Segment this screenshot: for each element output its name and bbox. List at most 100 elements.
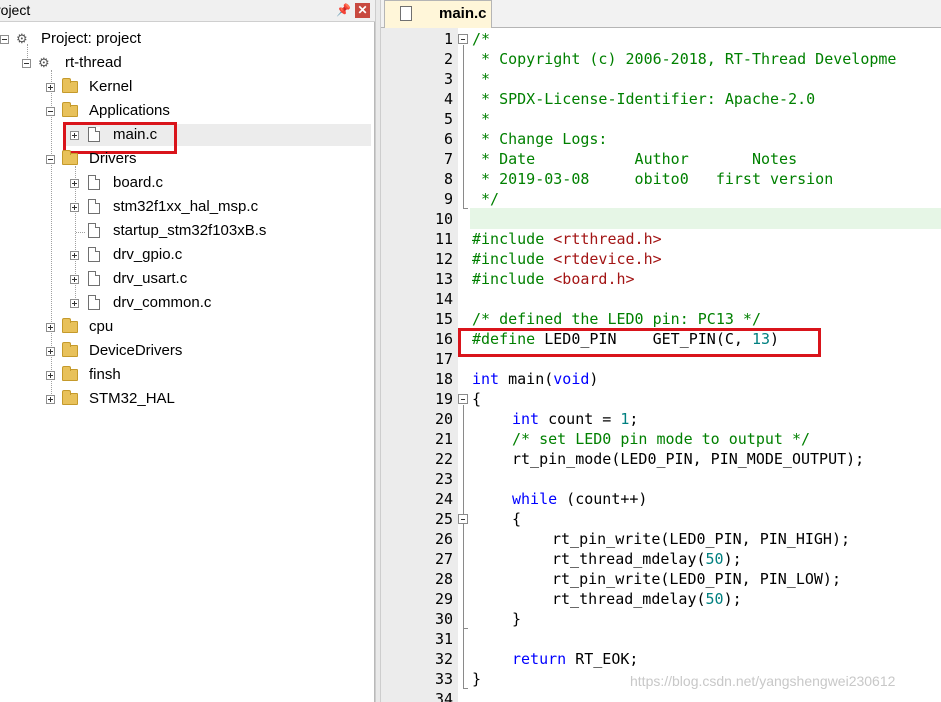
tree-item-label: Drivers (89, 150, 137, 167)
code-line-1: /* (472, 30, 491, 48)
line-number: 33 (434, 670, 453, 688)
code-token: rt_thread_mdelay( (552, 550, 706, 568)
code-line-25: { (512, 510, 522, 528)
code-line-5: * (472, 110, 491, 128)
code-line-28: rt_pin_write(LED0_PIN, PIN_LOW); (552, 570, 841, 588)
code-line-7: * Date Author Notes (472, 150, 798, 168)
tree-item-drv-gpio[interactable]: drv_gpio.c (0, 244, 375, 266)
pin-icon[interactable]: 📌 (336, 3, 351, 17)
folder-icon (62, 366, 78, 381)
collapse-icon[interactable] (22, 59, 31, 68)
line-number: 19 (434, 390, 453, 408)
code-line-20: int count = 1; (512, 409, 638, 429)
line-number: 9 (443, 190, 453, 208)
expand-icon[interactable] (46, 395, 55, 404)
line-number: 8 (443, 170, 453, 188)
fold-toggle-icon[interactable] (458, 34, 468, 44)
code-line-12: #include <rtdevice.h> (472, 249, 662, 269)
line-number: 1 (443, 30, 453, 48)
close-pane-button[interactable]: ✕ (355, 3, 370, 18)
line-number: 16 (434, 330, 453, 348)
tree-item-project[interactable]: ⚙ Project: project (0, 28, 375, 50)
folder-icon (62, 318, 78, 333)
tree-item-label: drv_common.c (113, 294, 212, 311)
collapse-icon[interactable] (0, 35, 9, 44)
line-number: 5 (443, 110, 453, 128)
code-line-24: while (count++) (512, 489, 647, 509)
expand-icon[interactable] (46, 347, 55, 356)
tree-item-label: finsh (89, 366, 121, 383)
tree-item-drv-usart[interactable]: drv_usart.c (0, 268, 375, 290)
code-line-21: /* set LED0 pin mode to output */ (512, 430, 811, 448)
tree-item-stm32-hal[interactable]: STM32_HAL (0, 388, 375, 410)
tree-item-applications[interactable]: Applications (0, 100, 375, 122)
line-number: 31 (434, 630, 453, 648)
expand-icon[interactable] (70, 179, 79, 188)
tree-item-label: Applications (89, 102, 170, 119)
folder-open-icon (62, 150, 78, 165)
line-number: 30 (434, 610, 453, 628)
expand-icon[interactable] (70, 275, 79, 284)
tree-item-devicedrivers[interactable]: DeviceDrivers (0, 340, 375, 362)
expand-icon[interactable] (70, 299, 79, 308)
tree-item-label: Kernel (89, 78, 133, 95)
tree-item-label: cpu (89, 318, 114, 335)
expand-icon[interactable] (46, 323, 55, 332)
project-pane-header: roject 📌 ✕ (0, 0, 375, 22)
line-number: 22 (434, 450, 453, 468)
header-token: <rtthread.h> (544, 230, 662, 248)
header-token: <board.h> (544, 270, 635, 288)
tree-item-label: Project: project (41, 30, 142, 47)
code-line-33: } (472, 670, 482, 688)
tab-main-c[interactable]: main.c (384, 0, 492, 28)
file-icon (88, 295, 100, 310)
preprocessor-token: #include (472, 230, 545, 248)
line-number: 15 (434, 310, 453, 328)
code-token: rt_thread_mdelay( (552, 590, 706, 608)
collapse-icon[interactable] (46, 155, 55, 164)
tree-item-kernel[interactable]: Kernel (0, 76, 375, 98)
tree-item-drv-common[interactable]: drv_common.c (0, 292, 375, 314)
tree-item-label: DeviceDrivers (89, 342, 183, 359)
annotation-box-define (458, 328, 821, 357)
preprocessor-token: #include (472, 250, 545, 268)
code-line-19: { (472, 390, 482, 408)
fold-toggle-icon[interactable] (458, 394, 468, 404)
code-token: count = (539, 410, 621, 428)
number-token: 50 (705, 550, 724, 568)
tree-item-rt-thread[interactable]: ⚙ rt-thread (0, 52, 375, 74)
line-number: 10 (434, 210, 453, 228)
line-number: 26 (434, 530, 453, 548)
tree-item-label: rt-thread (65, 54, 122, 71)
tree-item-finsh[interactable]: finsh (0, 364, 375, 386)
code-line-26: rt_pin_write(LED0_PIN, PIN_HIGH); (552, 530, 851, 548)
expand-icon[interactable] (46, 83, 55, 92)
code-token: main( (499, 370, 554, 388)
code-line-8: * 2019-03-08 obito0 first version (472, 170, 834, 188)
tree-item-drivers[interactable]: Drivers (0, 148, 375, 170)
tree-item-board-c[interactable]: board.c (0, 172, 375, 194)
fold-toggle-icon[interactable] (458, 514, 468, 524)
file-icon (88, 223, 100, 238)
line-number: 25 (434, 510, 453, 528)
target-icon: ⚙ (38, 55, 50, 70)
collapse-icon[interactable] (46, 107, 55, 116)
line-number: 7 (443, 150, 453, 168)
code-line-27: rt_thread_mdelay(50); (552, 549, 742, 569)
tree-item-label: board.c (113, 174, 164, 191)
expand-icon[interactable] (70, 203, 79, 212)
keyword-token: while (512, 490, 558, 508)
number-token: 50 (705, 590, 724, 608)
expand-icon[interactable] (70, 251, 79, 260)
code-line-3: * (472, 70, 491, 88)
line-number: 13 (434, 270, 453, 288)
tree-item-startup[interactable]: startup_stm32f103xB.s (0, 220, 375, 242)
expand-icon[interactable] (46, 371, 55, 380)
code-token: ) (589, 370, 599, 388)
tree-item-cpu[interactable]: cpu (0, 316, 375, 338)
code-line-32: return RT_EOK; (512, 649, 638, 669)
tree-item-stm32-msp[interactable]: stm32f1xx_hal_msp.c (0, 196, 375, 218)
code-line-6: * Change Logs: (472, 130, 608, 148)
code-line-13: #include <board.h> (472, 269, 635, 289)
line-number: 11 (434, 230, 453, 248)
